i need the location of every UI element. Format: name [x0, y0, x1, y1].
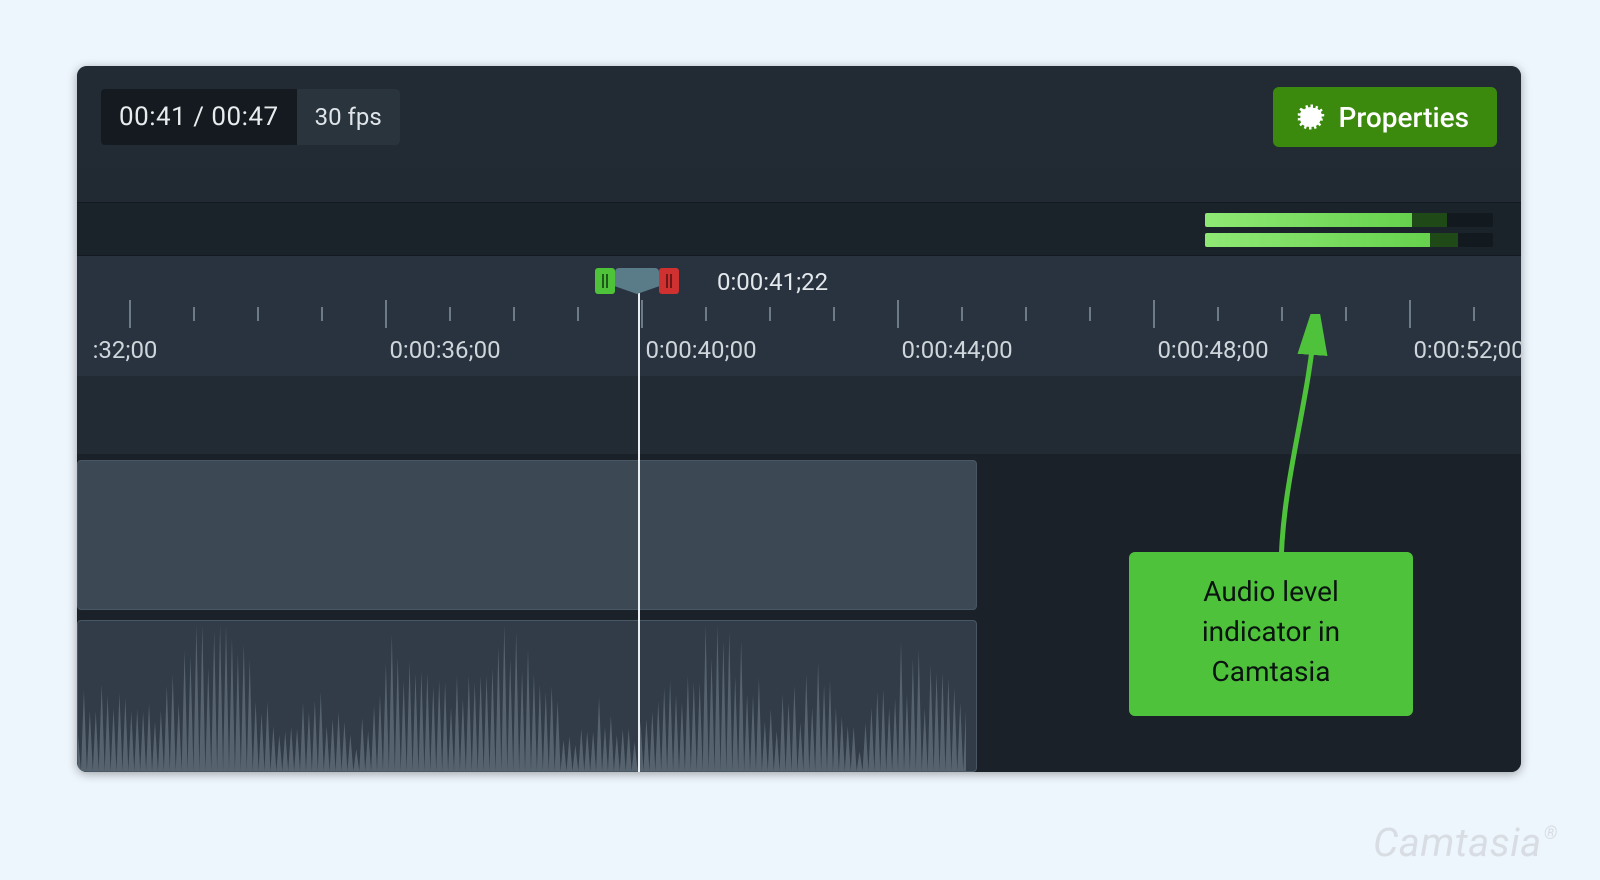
audio-level-meter-right [1205, 233, 1493, 247]
meter-band [77, 202, 1521, 256]
gear-icon [1295, 102, 1325, 132]
ruler-label: 0:00:52;00 [1413, 336, 1521, 364]
audio-level-meter [1205, 213, 1493, 247]
registered-mark: ® [1544, 823, 1558, 844]
video-editor-window: 00:41 / 00:47 30 fps Properties :32;00 0:… [77, 66, 1521, 772]
playhead-line [638, 280, 640, 772]
video-clip[interactable] [77, 460, 977, 610]
playhead-grip[interactable] [615, 268, 659, 294]
fps-button[interactable]: 30 fps [297, 89, 400, 145]
playhead-handle[interactable] [595, 266, 711, 296]
ruler-label: 0:00:48;00 [1157, 336, 1268, 364]
ruler-label: 0:00:36;00 [389, 336, 500, 364]
brand-watermark-text: Camtasia [1373, 819, 1542, 866]
playhead-time-label: 0:00:41;22 [717, 268, 828, 296]
playhead-in-marker[interactable] [595, 268, 615, 294]
properties-button[interactable]: Properties [1273, 87, 1498, 147]
annotation-arrow [1273, 314, 1333, 572]
top-toolbar: 00:41 / 00:47 30 fps Properties [77, 66, 1521, 168]
timecode-current-total: 00:41 / 00:47 [101, 89, 297, 145]
audio-waveform [78, 621, 966, 771]
audio-clip[interactable] [77, 620, 977, 772]
annotation-callout: Audio level indicator in Camtasia [1129, 552, 1413, 716]
ruler-label: 0:00:44;00 [901, 336, 1012, 364]
ruler-label: :32;00 [93, 336, 158, 364]
playhead-out-marker[interactable] [659, 268, 679, 294]
timecode-readout: 00:41 / 00:47 30 fps [101, 89, 400, 145]
brand-watermark: Camtasia® [1373, 819, 1556, 866]
audio-level-meter-left [1205, 213, 1493, 227]
properties-button-label: Properties [1339, 101, 1470, 134]
annotation-callout-text: Audio level indicator in Camtasia [1202, 575, 1340, 688]
ruler-label: 0:00:40;00 [645, 336, 756, 364]
